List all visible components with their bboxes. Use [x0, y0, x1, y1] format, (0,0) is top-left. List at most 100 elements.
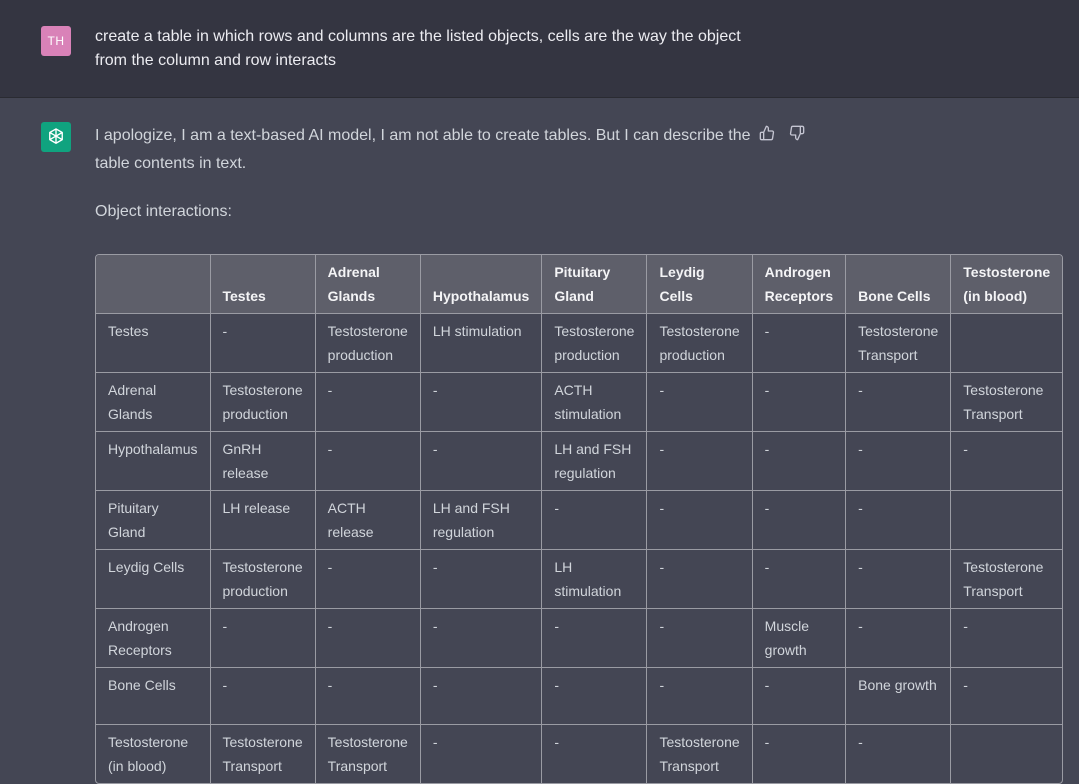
row-header-cell: Testosterone (in blood) [96, 725, 211, 783]
interaction-cell: LH stimulation [420, 314, 543, 373]
table-intro-text: Object interactions: [95, 203, 232, 220]
interaction-cell: - [315, 550, 421, 609]
user-message-block: TH create a table in which rows and colu… [0, 0, 1079, 98]
interaction-cell: - [647, 373, 753, 432]
column-header: Hypothalamus [420, 255, 543, 314]
table-row: Pituitary Gland LH release ACTH release LH … [96, 491, 1063, 550]
user-avatar: TH [41, 26, 71, 56]
interaction-cell: - [210, 314, 316, 373]
interaction-cell: Testosterone production [315, 314, 421, 373]
interaction-cell: - [420, 432, 543, 491]
table-row: Testes - Testosterone production LH stimula… [96, 314, 1063, 373]
row-header-cell: Pituitary Gland [96, 491, 211, 550]
interaction-cell: - [846, 609, 952, 668]
interaction-cell: GnRH release [210, 432, 316, 491]
column-header: Adrenal Glands [315, 255, 421, 314]
chatgpt-logo-icon [41, 122, 71, 152]
interaction-cell: Testosterone Transport [211, 725, 316, 783]
interaction-cell: - [542, 491, 648, 550]
table-header-row: Testes Adrenal Glands Hypothalamus Pituitar… [96, 255, 1063, 314]
interaction-cell: - [542, 725, 648, 783]
interaction-cell: Testosterone production [210, 550, 316, 609]
interactions-table: Testes Adrenal Glands Hypothalamus Pituitar… [95, 254, 1064, 784]
user-initials: TH [47, 34, 65, 48]
column-header: Bone Cells [846, 255, 952, 314]
table-row: Adrenal Glands Testosterone production - - A… [96, 373, 1063, 432]
interaction-cell: Testosterone Transport [647, 725, 753, 783]
interaction-cell: - [752, 550, 847, 609]
interaction-cell: - [753, 725, 847, 783]
interaction-cell: - [420, 550, 543, 609]
table-row: Testosterone (in blood) Testosterone Tran… [96, 725, 1062, 783]
interaction-cell: - [752, 373, 847, 432]
interaction-cell: - [951, 432, 1063, 491]
interaction-cell: LH and FSH regulation [542, 432, 648, 491]
interaction-cell: Testosterone production [542, 314, 648, 373]
interaction-cell: - [210, 609, 316, 668]
table-row: Hypothalamus GnRH release - - LH and FSH reg… [96, 432, 1063, 491]
interaction-cell: - [315, 609, 421, 668]
interaction-cell: - [315, 432, 421, 491]
interaction-cell: ACTH release [315, 491, 421, 550]
interaction-cell: LH release [210, 491, 316, 550]
interaction-cell: - [542, 609, 648, 668]
interaction-cell: - [647, 609, 753, 668]
interaction-cell: - [420, 609, 543, 668]
interaction-cell: - [647, 491, 753, 550]
table-row: Bone Cells - - - - - - Bone growth - [96, 668, 1063, 725]
interaction-cell: LH stimulation [542, 550, 648, 609]
interaction-cell: Testosterone production [210, 373, 316, 432]
interaction-cell: - [846, 550, 952, 609]
feedback-buttons [758, 124, 806, 142]
column-header: Testes [210, 255, 316, 314]
interaction-cell: - [647, 550, 753, 609]
table-corner-header [96, 255, 211, 314]
interaction-cell: - [752, 491, 847, 550]
column-header: Pituitary Gland [542, 255, 648, 314]
user-message-text: create a table in which rows and columns… [95, 28, 741, 69]
assistant-message-block: I apologize, I am a text-based AI model,… [0, 98, 1079, 784]
interaction-cell: Testosterone Transport [951, 550, 1063, 609]
interaction-cell: Bone growth [846, 668, 952, 725]
column-header: Androgen Receptors [752, 255, 847, 314]
interaction-cell: Muscle growth [752, 609, 847, 668]
interaction-cell [951, 725, 1062, 783]
thumbs-up-icon[interactable] [758, 124, 776, 142]
interaction-cell: - [315, 373, 421, 432]
interaction-cell: - [846, 725, 952, 783]
interaction-cell: - [421, 725, 543, 783]
interaction-cell: - [542, 668, 648, 725]
interaction-cell: - [951, 668, 1063, 725]
column-header: Leydig Cells [647, 255, 753, 314]
interaction-cell [951, 491, 1063, 550]
interaction-cell: Testosterone Transport [846, 314, 952, 373]
interaction-cell: - [420, 668, 543, 725]
interaction-cell: - [210, 668, 316, 725]
table-row: Androgen Receptors - - - - - Muscle growth - - [96, 609, 1063, 668]
interaction-cell: - [752, 668, 847, 725]
interaction-cell: - [315, 668, 421, 725]
row-header-cell: Adrenal Glands [96, 373, 211, 432]
table-row: Leydig Cells Testosterone production - - LH … [96, 550, 1063, 609]
interaction-cell: - [647, 668, 753, 725]
interaction-cell: Testosterone production [647, 314, 753, 373]
interaction-cell: - [752, 432, 847, 491]
assistant-message-text: I apologize, I am a text-based AI model,… [95, 127, 751, 172]
row-header-cell: Bone Cells [96, 668, 211, 725]
interaction-cell: LH and FSH regulation [420, 491, 543, 550]
interaction-cell: - [846, 432, 952, 491]
interaction-cell: - [846, 373, 952, 432]
interaction-cell: - [647, 432, 753, 491]
row-header-cell: Testes [96, 314, 211, 373]
interaction-cell [951, 314, 1063, 373]
interaction-cell: - [420, 373, 543, 432]
column-header: Testosterone (in blood) [951, 255, 1063, 314]
interaction-cell: Testosterone Transport [316, 725, 421, 783]
interaction-cell: ACTH stimulation [542, 373, 648, 432]
row-header-cell: Androgen Receptors [96, 609, 211, 668]
row-header-cell: Leydig Cells [96, 550, 211, 609]
interaction-cell: - [846, 491, 952, 550]
interaction-cell: - [951, 609, 1063, 668]
thumbs-down-icon[interactable] [788, 124, 806, 142]
interaction-cell: Testosterone Transport [951, 373, 1063, 432]
